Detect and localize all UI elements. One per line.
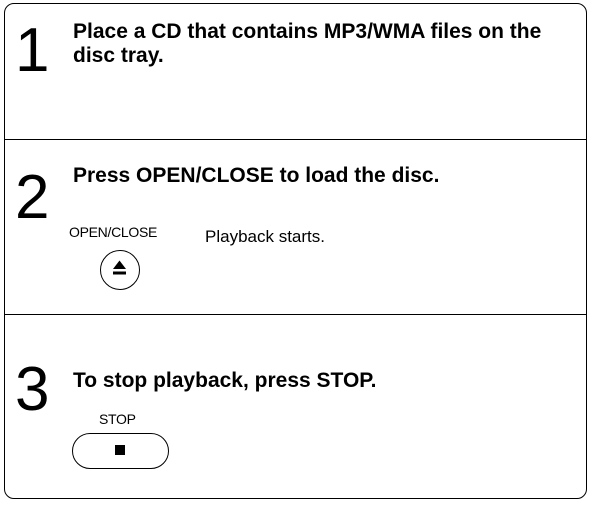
step-title: Place a CD that contains MP3/WMA files o… [73,20,542,67]
step-3: 3 To stop playback, press STOP. STOP [5,315,586,498]
stop-label: STOP [99,411,136,427]
stop-icon [115,445,125,455]
step-number: 2 [15,163,50,232]
open-close-label: OPEN/CLOSE [69,224,158,240]
step-description: Playback starts. [205,227,325,246]
eject-icon [113,260,126,275]
stop-button[interactable] [72,433,169,469]
step-2: 2 Press OPEN/CLOSE to load the disc. OPE… [5,140,586,315]
step-number: 1 [15,16,50,85]
step-title: To stop playback, press STOP. [73,369,377,392]
step-title: Press OPEN/CLOSE to load the disc. [73,164,440,187]
step-number: 3 [15,355,50,424]
instruction-frame: 1 Place a CD that contains MP3/WMA files… [4,3,587,499]
open-close-button[interactable] [100,250,140,290]
step-1: 1 Place a CD that contains MP3/WMA files… [5,4,586,140]
